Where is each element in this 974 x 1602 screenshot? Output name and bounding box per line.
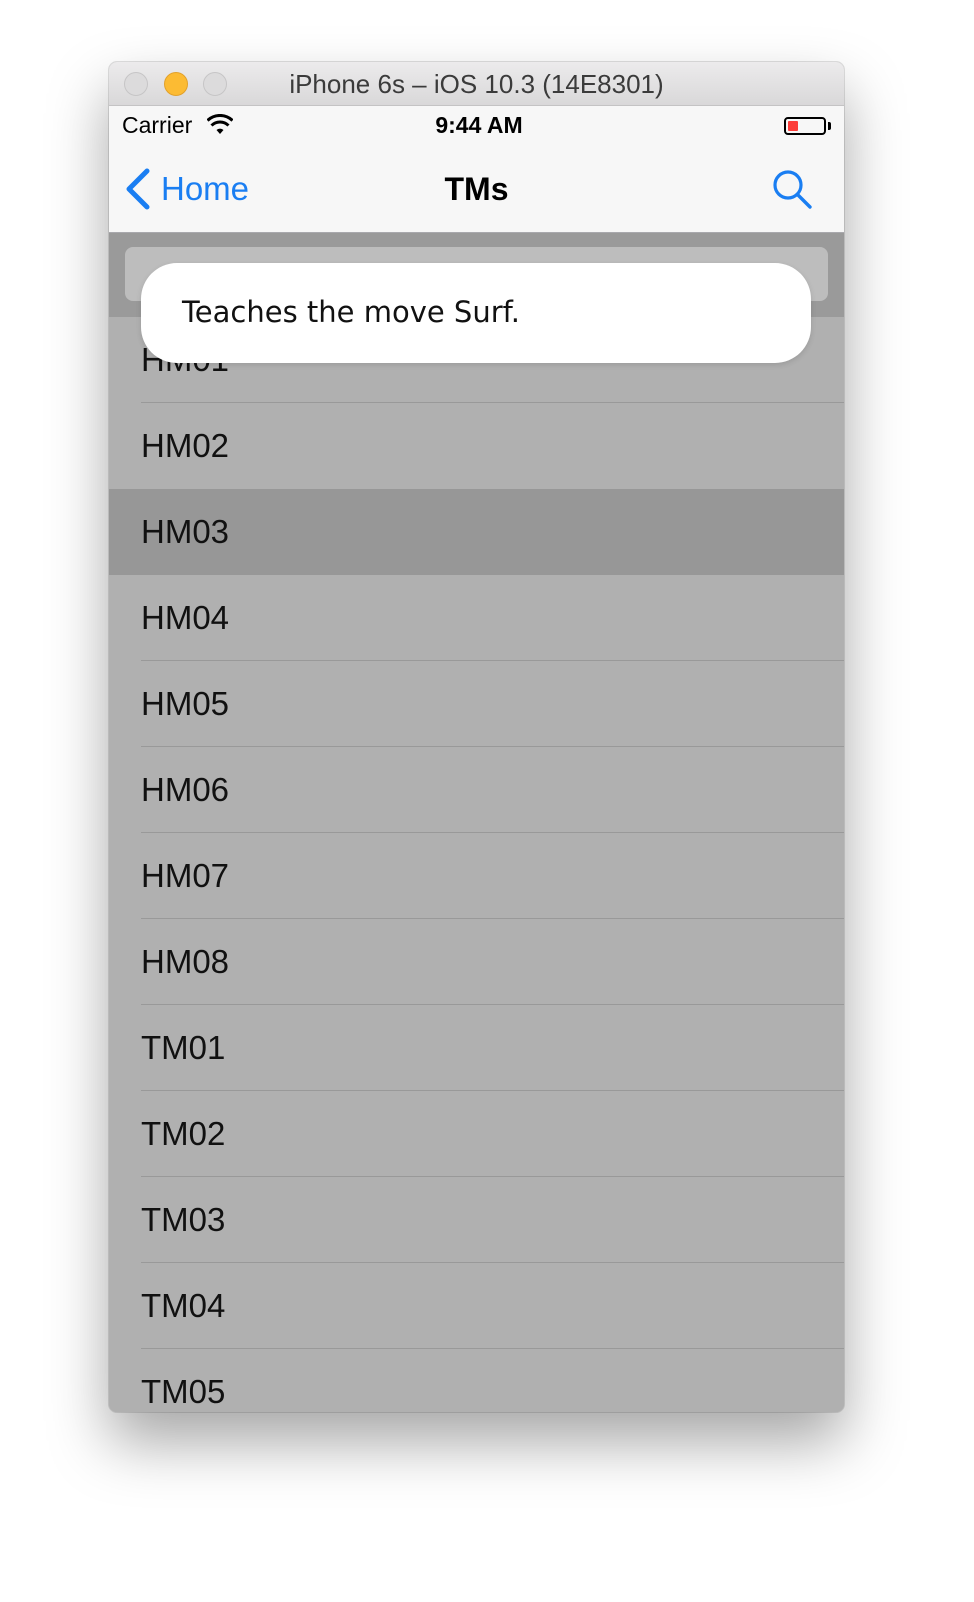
list-item-label: TM03 bbox=[141, 1201, 226, 1238]
list-item-label: TM05 bbox=[141, 1373, 226, 1410]
description-toast: Teaches the move Surf. bbox=[141, 263, 811, 363]
back-button[interactable]: Home bbox=[123, 164, 249, 214]
navigation-bar: TMs Home bbox=[109, 146, 844, 233]
list-item[interactable]: HM08 bbox=[109, 919, 844, 1005]
chevron-left-icon bbox=[126, 168, 150, 210]
list-item[interactable]: HM06 bbox=[109, 747, 844, 833]
battery-tip bbox=[828, 122, 831, 130]
toast-message: Teaches the move Surf. bbox=[182, 295, 520, 329]
list-item-label: TM01 bbox=[141, 1029, 226, 1066]
list-item-label: TM02 bbox=[141, 1115, 226, 1152]
list-item[interactable]: HM02 bbox=[109, 403, 844, 489]
list-item[interactable]: TM05 bbox=[109, 1349, 844, 1412]
list-item[interactable]: HM07 bbox=[109, 833, 844, 919]
status-bar: Carrier 9:44 AM bbox=[109, 106, 844, 146]
window-title: iPhone 6s – iOS 10.3 (14E8301) bbox=[289, 69, 664, 99]
battery-icon bbox=[784, 117, 826, 135]
list-item-label: HM07 bbox=[141, 857, 230, 894]
clock-label: 9:44 AM bbox=[435, 112, 523, 138]
list-item-label: HM02 bbox=[141, 427, 230, 464]
device-screen: Carrier 9:44 AM TMs Home HM02 HM03 HM04 … bbox=[109, 106, 844, 1412]
list-item-label: HM03 bbox=[141, 513, 230, 550]
list-item[interactable]: HM03 bbox=[109, 489, 844, 575]
list-item-label: HM08 bbox=[141, 943, 230, 980]
list-item-label: HM06 bbox=[141, 771, 230, 808]
search-icon[interactable] bbox=[771, 168, 815, 212]
list-item-label: HM04 bbox=[141, 599, 230, 636]
list-item-label: HM05 bbox=[141, 685, 230, 722]
tm-list: HM01HM02HM03HM04HM05HM06HM07HM08TM01TM02… bbox=[109, 317, 844, 1412]
battery-level bbox=[788, 121, 798, 131]
window-titlebar[interactable]: iPhone 6s – iOS 10.3 (14E8301) bbox=[109, 62, 844, 106]
back-button-label: Home bbox=[161, 170, 250, 207]
list-item[interactable]: TM04 bbox=[109, 1263, 844, 1349]
list-item[interactable]: TM02 bbox=[109, 1091, 844, 1177]
simulator-window: iPhone 6s – iOS 10.3 (14E8301) Carrier 9… bbox=[109, 62, 844, 1412]
list-item[interactable]: HM05 bbox=[109, 661, 844, 747]
list-item[interactable]: HM04 bbox=[109, 575, 844, 661]
list-item-label: TM04 bbox=[141, 1287, 226, 1324]
list-item[interactable]: TM03 bbox=[109, 1177, 844, 1263]
list-item[interactable]: TM01 bbox=[109, 1005, 844, 1091]
